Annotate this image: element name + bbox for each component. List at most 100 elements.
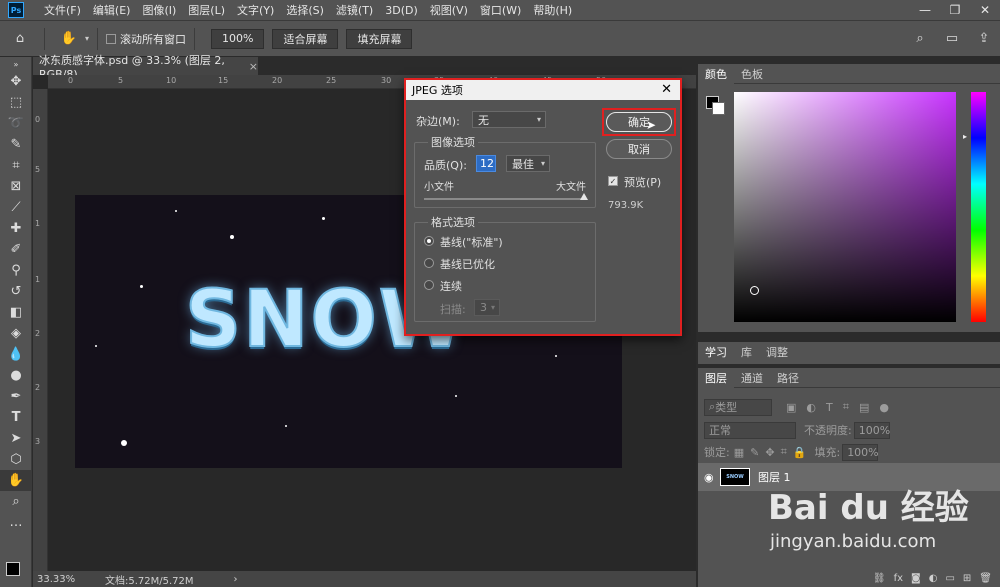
home-icon[interactable]: ⌂ xyxy=(4,28,36,49)
blend-mode-select[interactable]: 正常 xyxy=(704,421,796,439)
restore-icon[interactable]: ❐ xyxy=(940,0,970,20)
background-color-swatch[interactable] xyxy=(712,102,725,115)
hue-slider[interactable] xyxy=(971,92,986,322)
menu-select[interactable]: 选择(S) xyxy=(280,2,330,18)
link-icon[interactable]: ⛓ xyxy=(873,573,886,584)
menu-view[interactable]: 视图(V) xyxy=(424,2,474,18)
path-select-tool-icon[interactable]: ➤ xyxy=(0,428,32,449)
tab-swatches[interactable]: 色板 xyxy=(734,64,770,84)
search-icon[interactable]: ⌕ xyxy=(904,28,936,49)
matte-select[interactable]: 无 ▾ xyxy=(472,111,546,128)
history-brush-tool-icon[interactable]: ↺ xyxy=(0,281,32,302)
baseline-optimized-radio[interactable] xyxy=(424,258,434,268)
crop-tool-icon[interactable]: ⌗ xyxy=(0,155,32,176)
frame-tool-icon[interactable]: ⊠ xyxy=(0,176,32,197)
preview-checkbox[interactable]: ✓ xyxy=(608,176,618,186)
tab-learn[interactable]: 学习 xyxy=(698,342,734,362)
group-icon[interactable]: ▭ xyxy=(945,573,954,584)
baseline-standard-radio[interactable] xyxy=(424,236,434,246)
quality-slider[interactable] xyxy=(424,193,588,200)
filter-smart-object-icon[interactable]: ▤ xyxy=(859,401,869,414)
color-picker-handle[interactable] xyxy=(750,286,759,295)
close-icon[interactable]: ✕ xyxy=(661,82,672,97)
cancel-button[interactable]: 取消 xyxy=(606,139,672,159)
dodge-tool-icon[interactable]: ● xyxy=(0,365,32,386)
layer-kind-select[interactable]: ⌕ 类型 xyxy=(704,398,772,416)
lasso-tool-icon[interactable]: ➰ xyxy=(0,113,32,134)
color-picker-field[interactable] xyxy=(734,92,956,322)
menu-type[interactable]: 文字(Y) xyxy=(231,2,280,18)
menu-help[interactable]: 帮助(H) xyxy=(527,2,578,18)
hand-tool-icon[interactable]: ✋ xyxy=(0,470,32,491)
menu-file[interactable]: 文件(F) xyxy=(38,2,87,18)
brush-tool-icon[interactable]: ✐ xyxy=(0,239,32,260)
eyedropper-tool-icon[interactable]: ⟋ xyxy=(0,197,32,218)
fit-screen-button[interactable]: 适合屏幕 xyxy=(272,28,339,49)
healing-brush-tool-icon[interactable]: ✚ xyxy=(0,218,32,239)
fill-screen-button[interactable]: 填充屏幕 xyxy=(346,28,413,49)
lock-image-icon[interactable]: ✎ xyxy=(750,446,759,459)
close-icon[interactable]: ✕ xyxy=(970,0,1000,20)
menu-edit[interactable]: 编辑(E) xyxy=(87,2,137,18)
menu-layer[interactable]: 图层(L) xyxy=(182,2,231,18)
quick-select-tool-icon[interactable]: ✎ xyxy=(0,134,32,155)
tab-adjustments[interactable]: 调整 xyxy=(759,342,795,362)
lock-transparent-icon[interactable]: ▦ xyxy=(734,446,744,459)
zoom-readout[interactable]: 33.33% xyxy=(37,574,97,585)
blur-tool-icon[interactable]: 💧 xyxy=(0,344,32,365)
chevron-down-icon[interactable]: ▾ xyxy=(85,34,89,43)
ok-button[interactable]: 确定 xyxy=(606,112,672,132)
tab-libraries[interactable]: 库 xyxy=(734,342,759,362)
filter-shape-icon[interactable]: ⌗ xyxy=(843,400,849,414)
menu-image[interactable]: 图像(I) xyxy=(136,2,182,18)
opacity-input[interactable]: 100% xyxy=(853,421,890,439)
trash-icon[interactable]: 🗑 xyxy=(979,573,992,584)
document-tab[interactable]: 冰东质感字体.psd @ 33.3% (图层 2, RGB/8) × xyxy=(33,54,258,81)
tab-color[interactable]: 颜色 xyxy=(698,63,734,84)
progressive-radio[interactable] xyxy=(424,280,434,290)
eraser-tool-icon[interactable]: ◧ xyxy=(0,302,32,323)
fx-icon[interactable]: fx xyxy=(894,573,903,584)
mask-icon[interactable]: ◙ xyxy=(911,573,921,584)
chevron-right-icon[interactable]: › xyxy=(234,574,238,585)
menu-3d[interactable]: 3D(D) xyxy=(379,4,424,17)
adjustment-icon[interactable]: ◐ xyxy=(929,573,938,584)
close-icon[interactable]: × xyxy=(249,60,258,73)
tab-layers[interactable]: 图层 xyxy=(698,367,734,388)
clone-stamp-tool-icon[interactable]: ⚲ xyxy=(0,260,32,281)
tab-paths[interactable]: 路径 xyxy=(770,368,806,388)
filter-type-icon[interactable]: T xyxy=(826,401,833,414)
fill-input[interactable]: 100% xyxy=(842,443,879,461)
tab-channels[interactable]: 通道 xyxy=(734,368,770,388)
shape-tool-icon[interactable]: ⬡ xyxy=(0,449,32,470)
type-tool-icon[interactable]: T xyxy=(0,407,32,428)
hand-tool-icon[interactable]: ✋ xyxy=(53,28,85,49)
zoom-tool-icon[interactable]: ⌕ xyxy=(0,491,32,512)
workspace-icon[interactable]: ▭ xyxy=(936,28,968,49)
more-tools-icon[interactable]: … xyxy=(0,512,32,533)
marquee-tool-icon[interactable]: ⬚ xyxy=(0,92,32,113)
filter-toggle-icon[interactable]: ● xyxy=(879,401,889,414)
hue-slider-handle[interactable]: ▸ xyxy=(963,132,967,141)
share-icon[interactable]: ⇪ xyxy=(968,28,1000,49)
paint-bucket-tool-icon[interactable]: ◈ xyxy=(0,323,32,344)
move-tool-icon[interactable]: ✥ xyxy=(0,71,32,92)
scroll-all-checkbox[interactable] xyxy=(106,33,117,44)
new-layer-icon[interactable]: ⊞ xyxy=(963,573,971,584)
quality-input[interactable]: 12 xyxy=(476,155,496,172)
lock-all-icon[interactable]: 🔒 xyxy=(793,446,807,459)
quality-slider-handle[interactable] xyxy=(580,193,588,200)
menu-window[interactable]: 窗口(W) xyxy=(474,2,527,18)
quality-preset-select[interactable]: 最佳 ▾ xyxy=(506,155,550,172)
zoom-100-button[interactable]: 100% xyxy=(211,28,265,49)
lock-position-icon[interactable]: ✥ xyxy=(765,446,774,459)
lock-artboard-icon[interactable]: ⌗ xyxy=(781,445,787,459)
pen-tool-icon[interactable]: ✒ xyxy=(0,386,32,407)
filter-pixel-icon[interactable]: ▣ xyxy=(786,401,796,414)
filter-adjustment-icon[interactable]: ◐ xyxy=(806,401,816,414)
eye-icon[interactable]: ◉ xyxy=(704,471,714,484)
foreground-color-swatch[interactable] xyxy=(6,562,20,576)
menu-filter[interactable]: 滤镜(T) xyxy=(330,2,379,18)
collapse-icon[interactable]: » xyxy=(0,57,32,71)
minimize-icon[interactable]: — xyxy=(910,0,940,20)
